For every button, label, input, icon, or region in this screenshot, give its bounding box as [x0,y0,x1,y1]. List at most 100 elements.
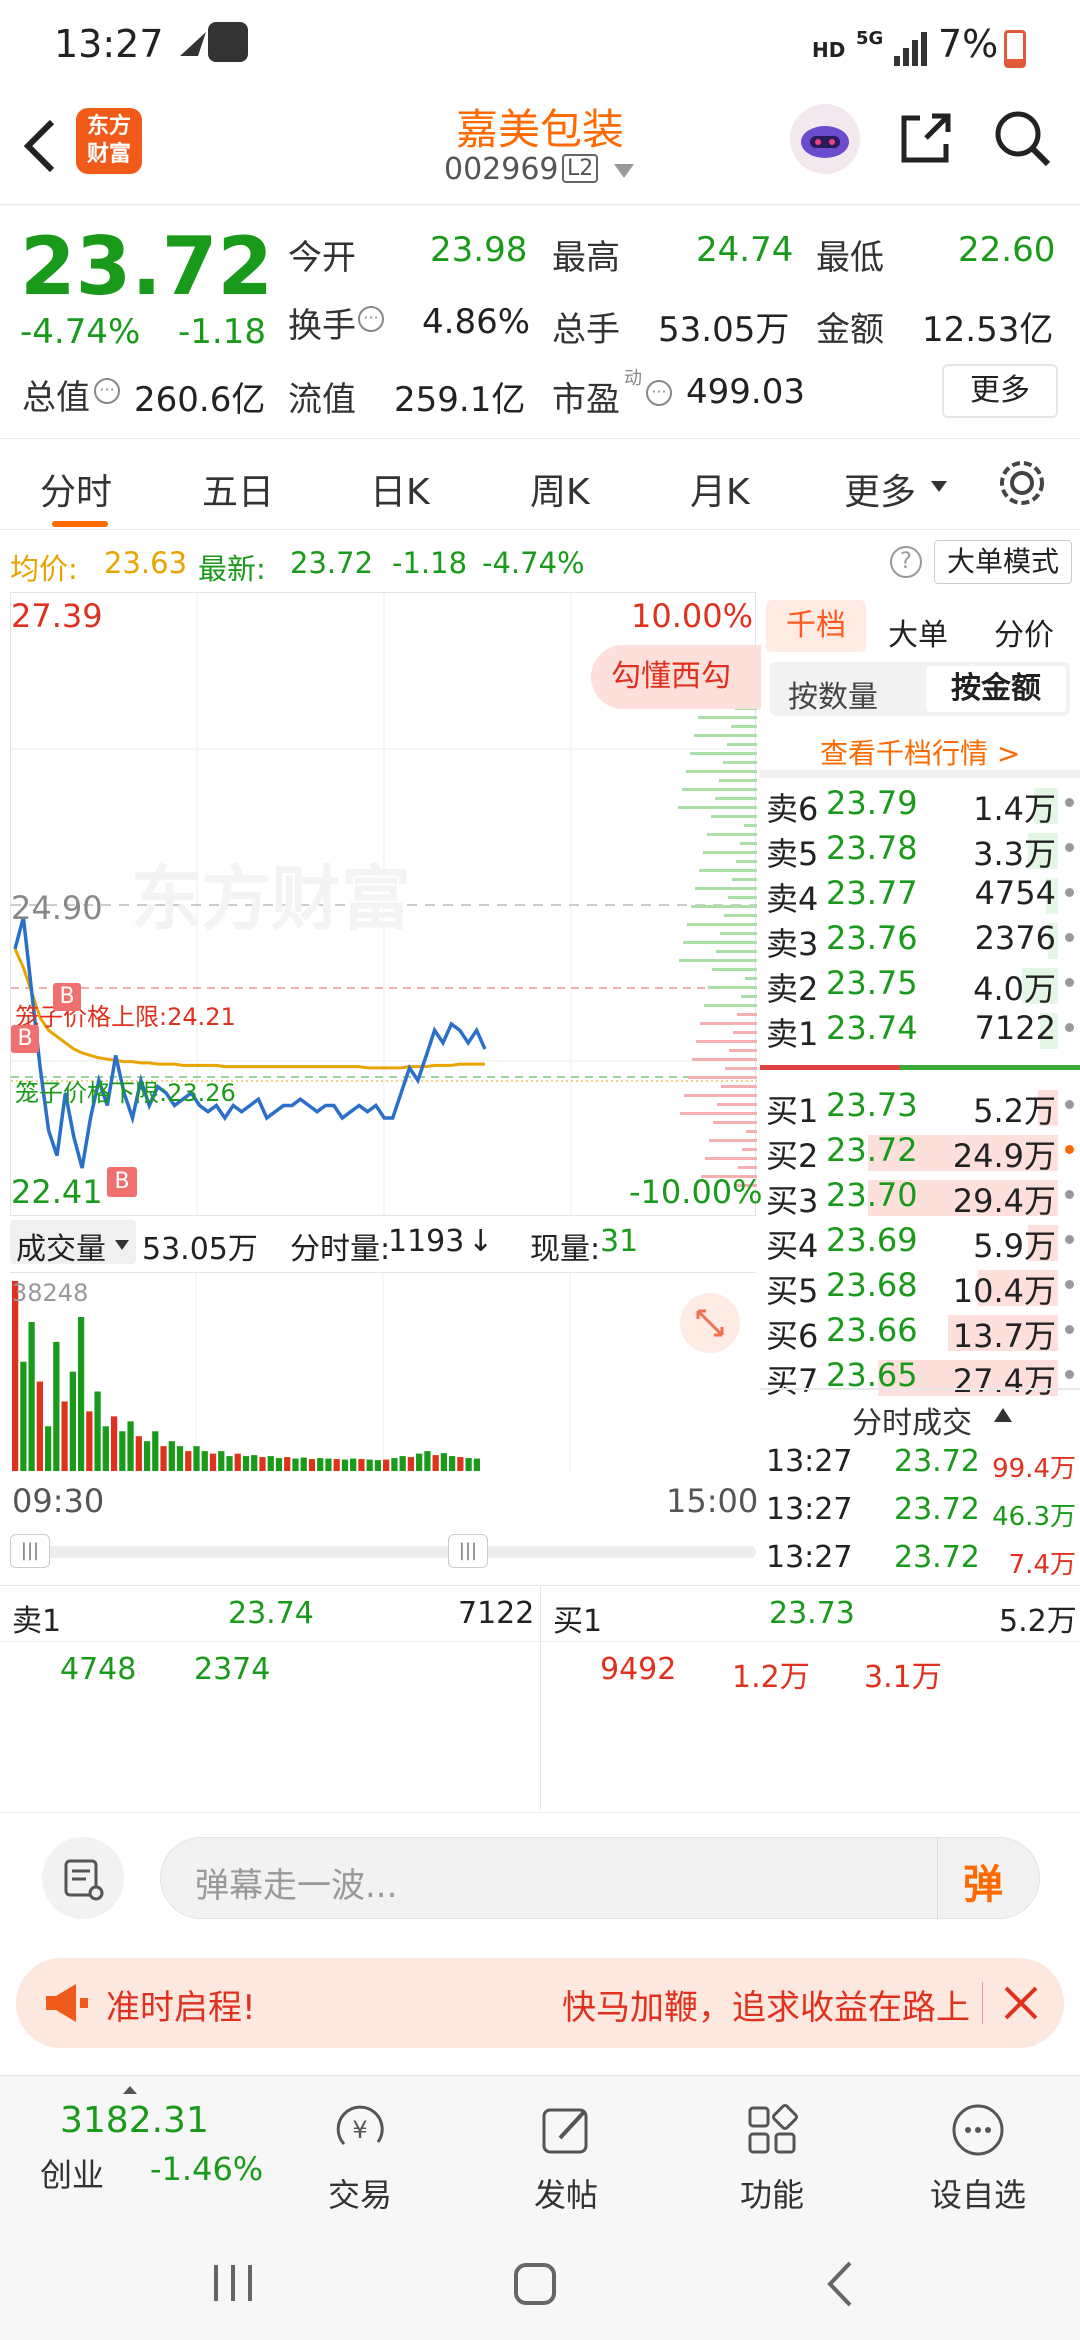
trades-title[interactable]: 分时成交 [852,1398,972,1442]
depth-bar [746,1130,757,1133]
level2-badge[interactable]: L2 [562,154,599,183]
promo-tag[interactable]: 勾懂西勾 [591,645,761,709]
search-icon[interactable] [992,108,1052,168]
level-volume: 4.0万 [973,970,1056,1008]
info-icon[interactable]: ··· [94,378,120,404]
back-nav-icon[interactable] [820,2259,860,2309]
tab-price-dist[interactable]: 分价 [994,610,1054,654]
app-logo: 东方 财富 [76,108,142,174]
grid-icon [748,2104,798,2154]
nav-trade[interactable]: ¥ 交易 [290,2098,430,2216]
info-icon[interactable]: ··· [646,380,672,406]
ask-queue-item: 4748 [60,1652,137,1687]
info-icon[interactable]: ··· [358,306,384,332]
trade-volume: 99.4万 [992,1454,1076,1484]
depth-bar [684,1094,757,1097]
volume-bar [416,1453,423,1471]
level-volume: 10.4万 [952,1272,1056,1310]
nav-add-watchlist[interactable]: 设自选 [908,2098,1048,2216]
bid-level-row[interactable]: 买5 23.68 10.4万 [766,1266,1076,1311]
home-icon[interactable] [510,2259,560,2309]
level-price: 23.74 [826,1009,918,1047]
depth-bars [678,653,757,1187]
recent-apps-icon[interactable] [208,2261,258,2305]
bid-level-row[interactable]: 买7 23.65 27.4万 [766,1356,1076,1401]
level-label: 卖5 [766,835,819,873]
bid-level-row[interactable]: 买4 23.69 5.9万 [766,1221,1076,1266]
nav-functions-label: 功能 [739,2176,804,2214]
level-label: 卖2 [766,970,819,1008]
volume-bar [325,1458,332,1471]
volume-bar [341,1459,349,1471]
share-icon[interactable] [896,108,956,168]
chevron-down-icon [930,479,948,493]
chevron-up-icon[interactable] [992,1406,1014,1424]
nav-functions[interactable]: 功能 [702,2098,842,2216]
level-volume: 27.4万 [952,1362,1056,1400]
open-value: 23.98 [430,230,528,270]
danmaku-send-button[interactable]: 弹 [963,1852,1003,1910]
dropdown-icon[interactable] [612,162,636,182]
nav-post[interactable]: 发帖 [496,2098,636,2216]
bid1-label: 买1 [553,1604,603,1639]
index-ticker[interactable]: 3182.31 创业 -1.46% [0,2076,263,2226]
sub-tab-by-quantity[interactable]: 按数量 [788,672,878,716]
view-levels-link[interactable]: 查看千档行情 > [820,732,1020,772]
bid-level-row[interactable]: 买6 23.66 13.7万 [766,1311,1076,1356]
level-price: 23.69 [826,1221,918,1259]
bid-level-row[interactable]: 买3 23.70 29.4万 [766,1176,1076,1221]
lower-limit-label: 笼子价格下限: [15,1079,168,1107]
comment-input[interactable]: 弹幕走一波... 弹 [160,1837,1040,1920]
buy-marker[interactable]: B [107,1167,137,1197]
ask-level-row[interactable]: 卖6 23.79 1.4万 [766,784,1076,829]
close-icon[interactable] [998,1980,1044,2026]
volume-chart[interactable]: 38248 [10,1272,756,1473]
depth-bar [713,1121,757,1124]
tab-daily-k[interactable]: 日K [370,463,430,515]
ask-level-row[interactable]: 卖3 23.76 2376 [766,919,1076,964]
ask-level-row[interactable]: 卖2 23.75 4.0万 [766,964,1076,1009]
tab-five-day[interactable]: 五日 [202,463,274,515]
more-icon [952,2104,1004,2156]
promo-banner[interactable]: 准时启程! 快马加鞭，追求收益在路上 [16,1958,1064,2048]
volume-bar [152,1431,159,1471]
tab-monthly-k[interactable]: 月K [690,463,750,515]
help-icon[interactable]: ? [890,546,922,578]
tab-large-orders[interactable]: 大单 [888,610,948,654]
volume-dropdown[interactable]: 成交量 [10,1220,136,1267]
tab-intraday[interactable]: 分时 [40,463,112,515]
tab-weekly-k[interactable]: 周K [530,463,590,515]
more-button[interactable]: 更多 [942,364,1058,418]
level-dot-icon [1065,978,1074,987]
tab-more[interactable]: 更多 [844,463,916,515]
gear-icon[interactable] [996,457,1048,509]
buy-marker[interactable]: B [11,1025,39,1053]
level-price: 23.79 [826,784,918,822]
slider-handle-right[interactable]: ||| [448,1534,488,1568]
buy-marker[interactable]: B [53,983,81,1011]
ask-level-row[interactable]: 卖5 23.78 3.3万 [766,829,1076,874]
back-icon[interactable] [18,116,62,176]
depth-bar [698,716,757,719]
ask-level-row[interactable]: 卖1 23.74 7122 [766,1009,1076,1054]
tab-thousand-levels[interactable]: 千档 [766,600,866,652]
comment-list-icon[interactable] [42,1837,124,1919]
sub-tab-by-amount[interactable]: 按金额 [926,666,1066,712]
depth-bar [723,761,757,764]
avg-value: 23.63 [104,546,188,580]
bid-level-row[interactable]: 买2 23.72 24.9万 [766,1131,1076,1176]
volume-bar [143,1441,151,1471]
bid-level-row[interactable]: 买1 23.73 5.2万 [766,1086,1076,1131]
volume-max-label: 38248 [12,1279,89,1307]
time-range-slider[interactable]: ||| ||| [10,1530,756,1570]
volume-bar [86,1411,93,1471]
slider-handle-left[interactable]: ||| [10,1534,50,1568]
level-dot-icon [1065,1023,1074,1032]
robot-avatar-icon[interactable] [790,104,860,174]
ask-level-row[interactable]: 卖4 23.77 4754 [766,874,1076,919]
large-order-mode-button[interactable]: 大单模式 [934,540,1072,584]
chevron-up-icon [122,2080,138,2094]
expand-icon[interactable] [680,1293,740,1353]
banner-text-left: 准时启程! [106,1988,256,2028]
intraday-chart[interactable]: 东方财富 27.39 10.00% 24.90 22.41 -10.00% 勾懂… [10,592,763,1217]
